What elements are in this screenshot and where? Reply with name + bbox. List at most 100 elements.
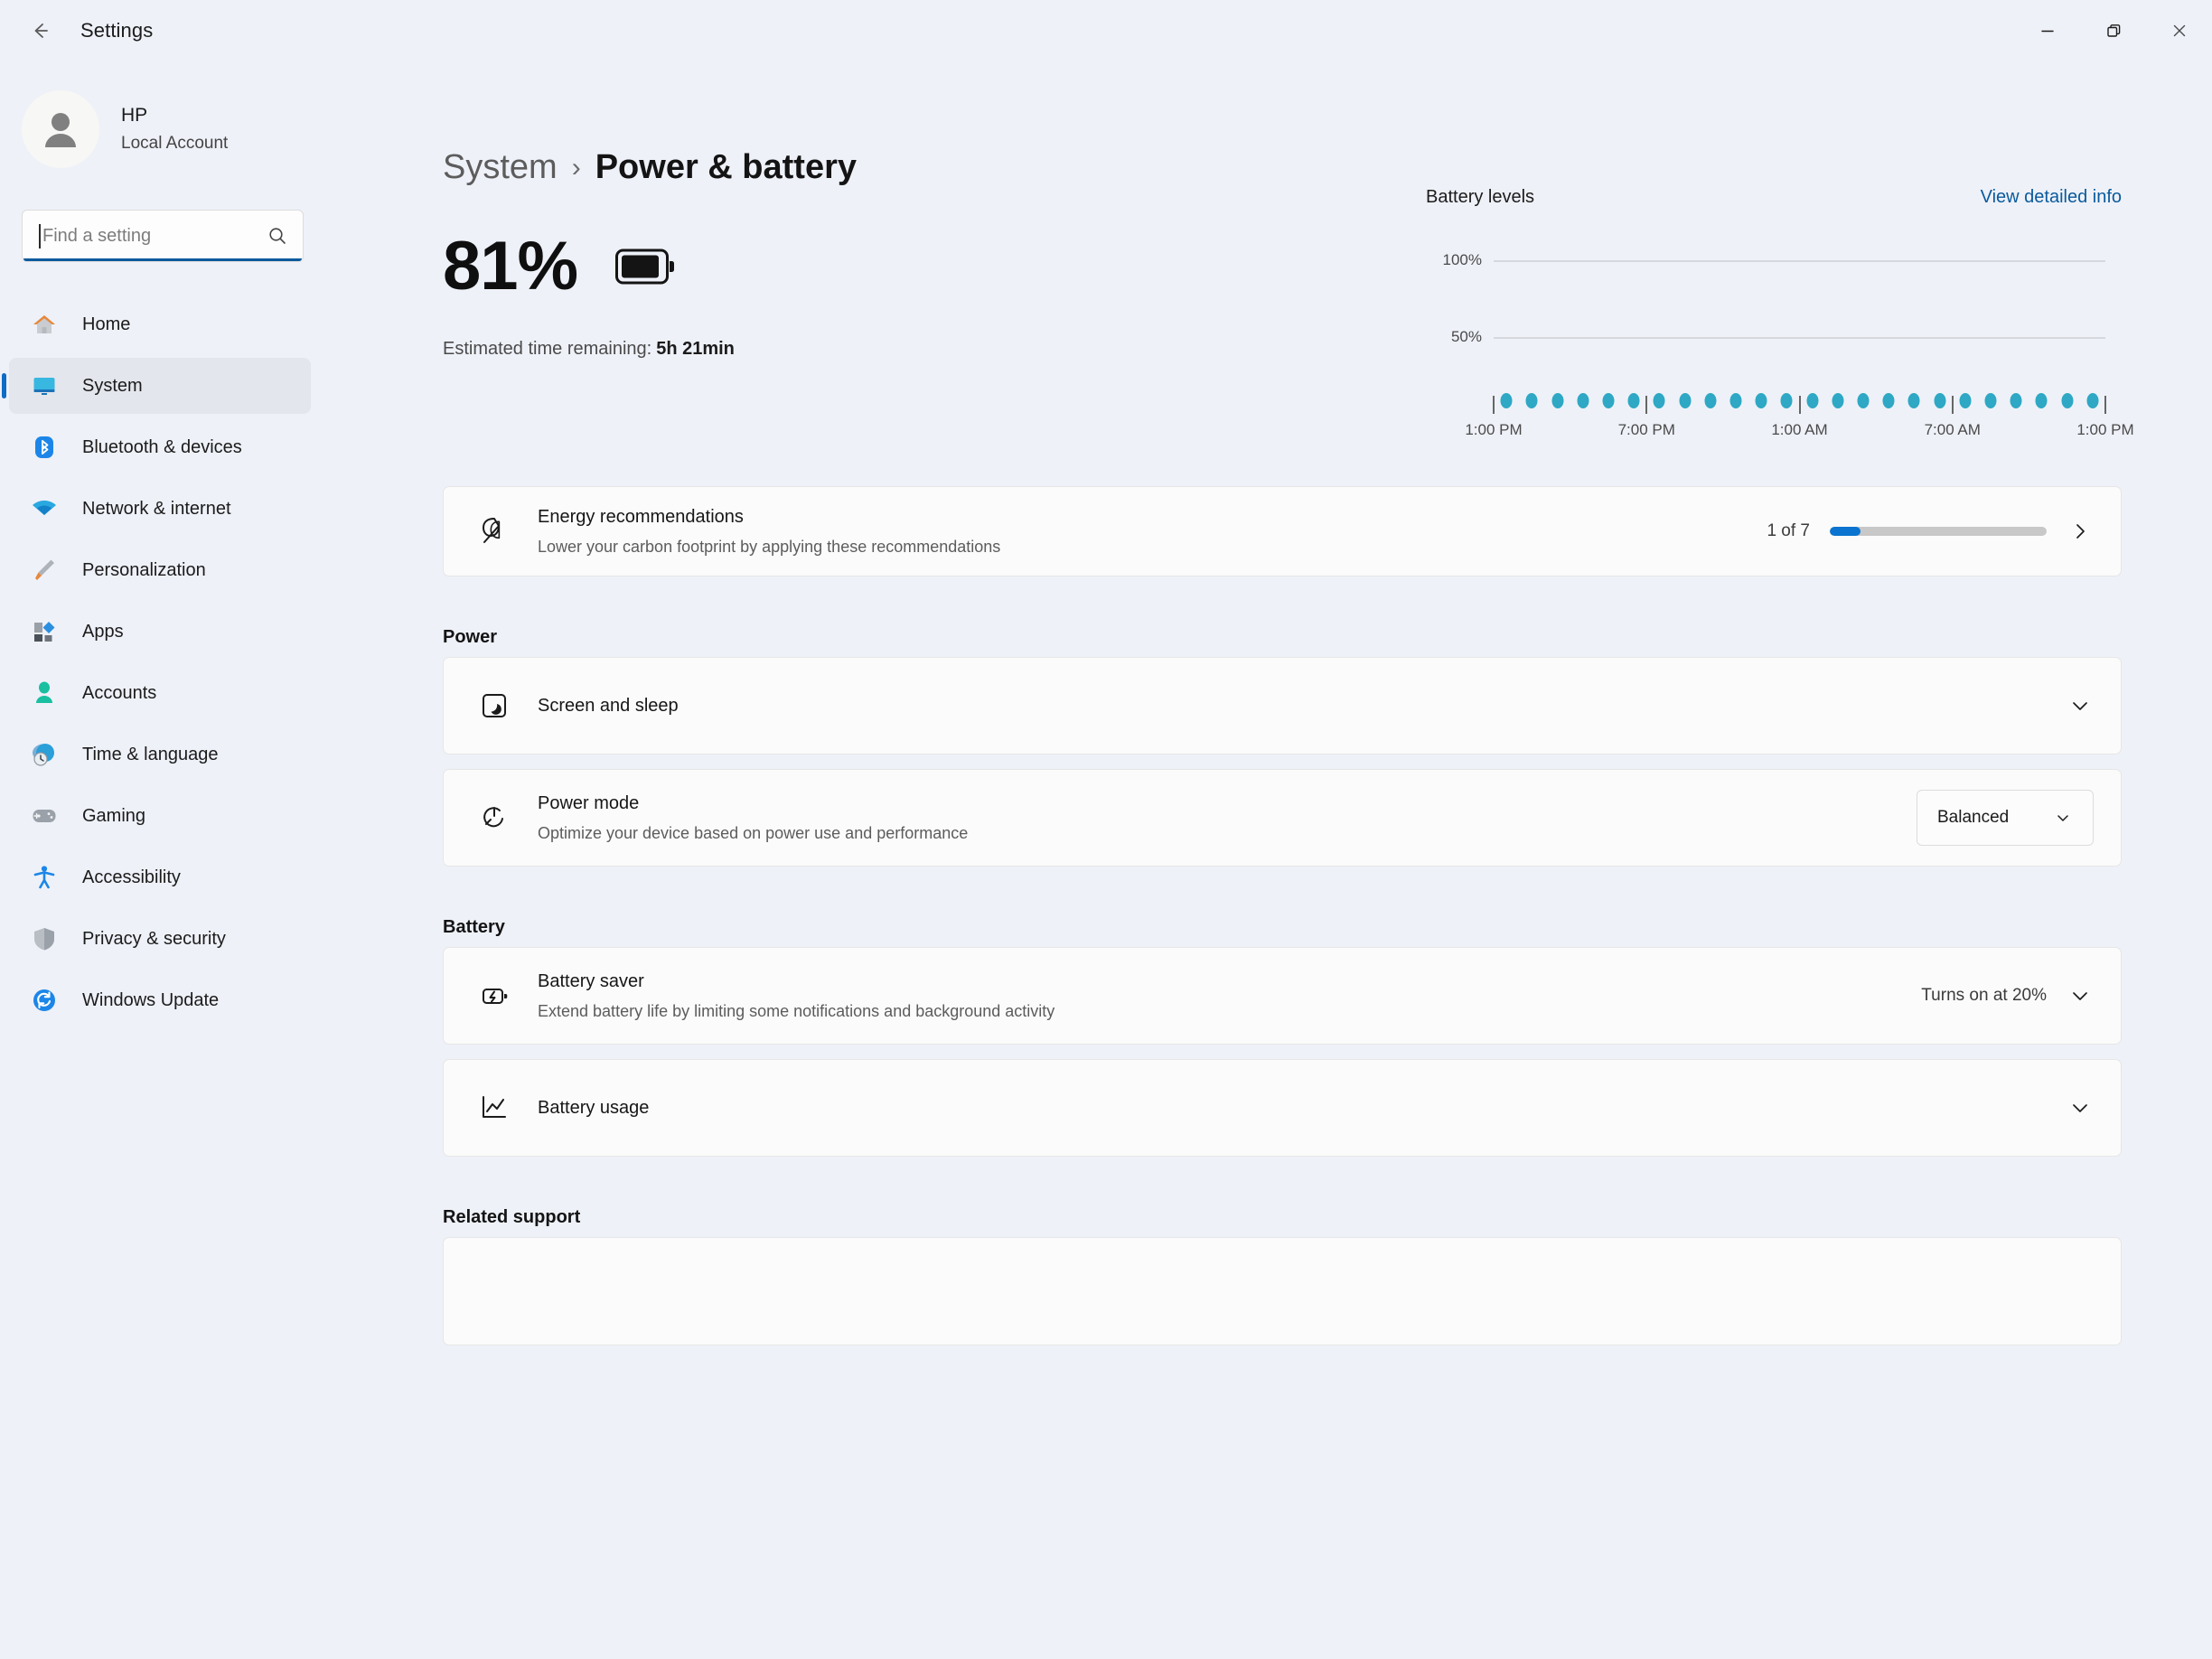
sidebar-item-label: Network & internet xyxy=(82,499,231,520)
chart-data-point xyxy=(1781,393,1793,408)
restore-button[interactable] xyxy=(2080,0,2146,61)
window-controls xyxy=(2014,0,2212,61)
chart-title: Battery levels xyxy=(1426,187,1534,208)
account-header[interactable]: HP Local Account xyxy=(0,61,325,177)
sidebar-item-accessibility[interactable]: Accessibility xyxy=(9,849,311,905)
wifi-icon xyxy=(29,493,60,524)
chevron-down-icon xyxy=(2049,809,2076,827)
close-button[interactable] xyxy=(2146,0,2212,61)
estimated-time-label: Estimated time remaining: xyxy=(443,339,651,359)
sidebar-item-label: System xyxy=(82,376,143,397)
battery-saver-row[interactable]: Battery saver Extend battery life by lim… xyxy=(443,947,2122,1045)
person-icon xyxy=(29,678,60,708)
sidebar-item-network-internet[interactable]: Network & internet xyxy=(9,481,311,537)
chart-y-label: 100% xyxy=(1426,251,1482,269)
chart-data-point xyxy=(1602,393,1614,408)
chart-data-point xyxy=(1959,393,1971,408)
chart-data-point xyxy=(1934,393,1945,408)
chart-data-point xyxy=(2061,393,2073,408)
search-input[interactable]: Find a setting xyxy=(22,210,304,262)
sidebar-item-label: Apps xyxy=(82,622,124,642)
account-name: HP xyxy=(121,103,228,128)
card-subtitle: Lower your carbon footprint by applying … xyxy=(538,537,1745,558)
chart-x-tick xyxy=(1952,396,1954,414)
sidebar-item-label: Accessibility xyxy=(82,867,181,888)
chart-data-point xyxy=(1883,393,1895,408)
apps-icon xyxy=(29,616,60,647)
chart-x-tick xyxy=(1493,396,1495,414)
chart-data-point xyxy=(1729,393,1741,408)
battery-status: 81% Estimated time remaining:5h 21min xyxy=(443,225,735,360)
view-detailed-info-link[interactable]: View detailed info xyxy=(1981,187,2122,208)
section-heading-power: Power xyxy=(443,627,2122,648)
section-heading-related-support: Related support xyxy=(443,1207,2122,1228)
sidebar-item-system[interactable]: System xyxy=(9,358,311,414)
clock-globe-icon xyxy=(29,739,60,770)
chart-data-point xyxy=(1654,393,1665,408)
chevron-down-icon[interactable] xyxy=(2067,694,2094,717)
chart-x-label: 1:00 PM xyxy=(2076,421,2133,439)
sidebar-item-bluetooth-devices[interactable]: Bluetooth & devices xyxy=(9,419,311,475)
sidebar-item-windows-update[interactable]: Windows Update xyxy=(9,972,311,1028)
sidebar-item-accounts[interactable]: Accounts xyxy=(9,665,311,721)
breadcrumb: System › Power & battery xyxy=(443,148,2122,187)
minimize-button[interactable] xyxy=(2014,0,2080,61)
sidebar-item-home[interactable]: Home xyxy=(9,296,311,352)
chart-x-tick xyxy=(1799,396,1801,414)
chevron-right-icon[interactable] xyxy=(2067,520,2094,542)
chart-data-point xyxy=(1551,393,1563,408)
search-container: Find a setting xyxy=(22,210,304,264)
battery-levels-chart: Battery levels View detailed info 100%50… xyxy=(1426,187,2122,448)
monitor-icon xyxy=(29,370,60,401)
card-subtitle: Extend battery life by limiting some not… xyxy=(538,1001,1899,1022)
breadcrumb-parent[interactable]: System xyxy=(443,148,558,187)
power-mode-dropdown[interactable]: Balanced xyxy=(1917,790,2094,846)
energy-recommendations-card[interactable]: Energy recommendations Lower your carbon… xyxy=(443,486,2122,576)
sidebar-item-privacy-security[interactable]: Privacy & security xyxy=(9,911,311,967)
card-title: Energy recommendations xyxy=(538,505,1745,529)
chevron-down-icon[interactable] xyxy=(2067,1096,2094,1120)
battery-usage-row[interactable]: Battery usage xyxy=(443,1059,2122,1157)
sidebar-item-label: Personalization xyxy=(82,560,206,581)
chart-data-point xyxy=(1985,393,1997,408)
settings-window: Settings xyxy=(0,0,2212,1659)
breadcrumb-separator: › xyxy=(572,153,581,183)
sidebar-item-personalization[interactable]: Personalization xyxy=(9,542,311,598)
card-title: Battery saver xyxy=(538,970,1899,993)
sidebar-item-label: Privacy & security xyxy=(82,929,226,950)
chart-data-point xyxy=(2036,393,2048,408)
search-placeholder: Find a setting xyxy=(42,226,267,247)
leaf-icon xyxy=(474,511,514,551)
content-area: System › Power & battery 81% xyxy=(325,61,2212,1659)
sidebar-nav: Home System xyxy=(0,296,325,1034)
search-icon[interactable] xyxy=(267,225,288,247)
sidebar-item-label: Home xyxy=(82,314,130,335)
chart-x-axis-labels: 1:00 PM7:00 PM1:00 AM7:00 AM1:00 PM xyxy=(1494,421,2105,448)
battery-icon xyxy=(615,248,675,290)
paintbrush-icon xyxy=(29,555,60,586)
screen-sleep-icon xyxy=(474,686,514,726)
chart-data-point xyxy=(1526,393,1538,408)
chart-dots xyxy=(1494,385,2105,414)
account-type: Local Account xyxy=(121,132,228,155)
sidebar-item-label: Accounts xyxy=(82,683,156,704)
chart-data-point xyxy=(1756,393,1767,408)
chart-x-label: 1:00 PM xyxy=(1465,421,1522,439)
screen-and-sleep-row[interactable]: Screen and sleep xyxy=(443,657,2122,755)
power-mode-icon xyxy=(474,798,514,838)
chart-data-point xyxy=(1704,393,1716,408)
window-body: HP Local Account Find a setting xyxy=(0,61,2212,1659)
chart-data-point xyxy=(1858,393,1870,408)
sidebar-item-apps[interactable]: Apps xyxy=(9,604,311,660)
related-support-card[interactable] xyxy=(443,1237,2122,1345)
sidebar-item-label: Bluetooth & devices xyxy=(82,437,242,458)
chevron-down-icon[interactable] xyxy=(2067,984,2094,1008)
sidebar-item-gaming[interactable]: Gaming xyxy=(9,788,311,844)
chart-gridline xyxy=(1494,260,2105,262)
sidebar-item-label: Gaming xyxy=(82,806,145,827)
back-button[interactable] xyxy=(16,7,63,54)
card-title: Screen and sleep xyxy=(538,694,2045,717)
sidebar-item-time-language[interactable]: Time & language xyxy=(9,726,311,783)
power-mode-row[interactable]: Power mode Optimize your device based on… xyxy=(443,769,2122,867)
section-heading-battery: Battery xyxy=(443,917,2122,938)
